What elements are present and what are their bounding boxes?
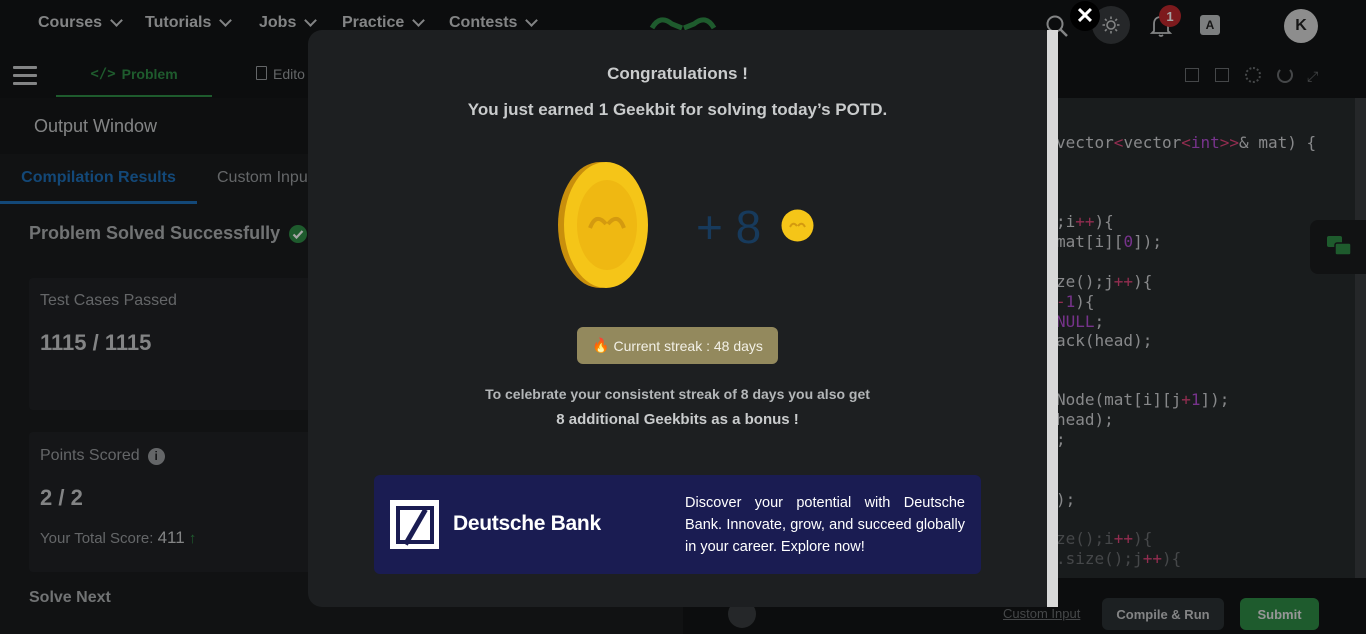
modal-title: Congratulations ! [607,64,748,83]
close-button[interactable]: ✕ [1070,1,1100,31]
ad-text: Discover your potential with Deutsche Ba… [685,495,965,555]
streak-label: Current streak : 48 days [613,337,763,354]
bonus-amount: + 8 [696,201,762,253]
ad-brand-name: Deutsche Bank [453,512,601,535]
geekbit-coin-icon [558,162,648,288]
fire-icon: 🔥 [592,337,610,353]
streak-badge: 🔥 Current streak : 48 days [577,327,778,364]
bonus-text-line2: 8 additional Geekbits as a bonus ! [556,411,799,428]
bonus-text-line1: To celebrate your consistent streak of 8… [485,386,870,402]
geekbit-small-coin-icon [781,209,814,242]
deutsche-bank-logo [390,500,439,549]
modal-earned-text: You just earned 1 Geekbit for solving to… [467,100,888,119]
modal-scrollbar[interactable] [1047,30,1058,607]
